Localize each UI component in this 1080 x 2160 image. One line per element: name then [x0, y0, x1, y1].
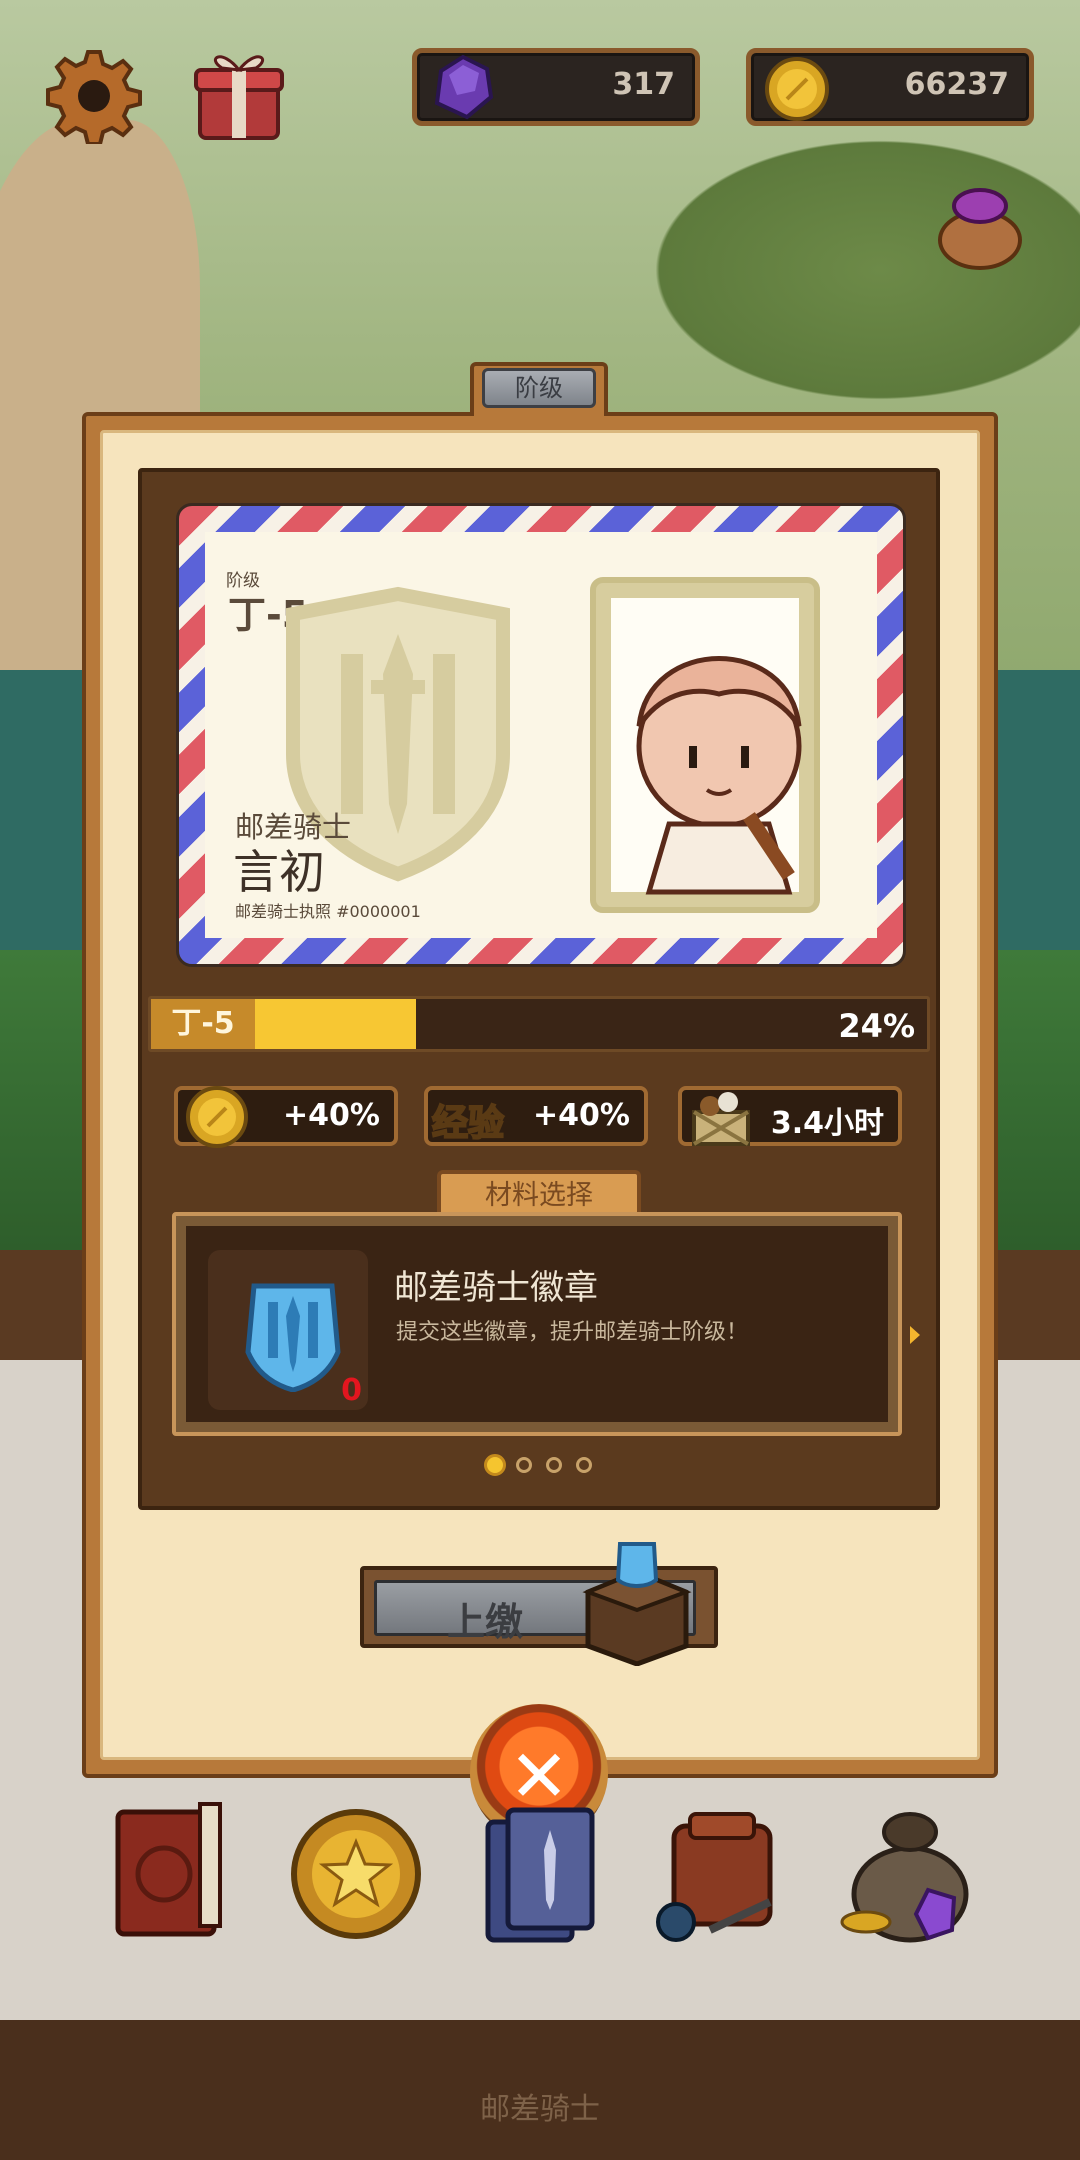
page-dot-2[interactable] [516, 1457, 532, 1473]
page-dot-4[interactable] [576, 1457, 592, 1473]
time-bonus-value: 3.4小时 [770, 1106, 884, 1141]
material-description: 提交这些徽章，提升邮差骑士阶级！ [396, 1320, 749, 1345]
progress-percent: 24% [838, 1007, 915, 1045]
treasure-bag-icon[interactable] [836, 1790, 976, 1950]
progress-tier: 丁-5 [151, 999, 255, 1049]
dialog-title: 阶级 [482, 368, 596, 408]
knight-badge-icon [245, 1283, 341, 1392]
purple-bag-icon[interactable] [930, 176, 1030, 276]
page-indicator [484, 1454, 596, 1478]
material-count: 0 [341, 1373, 362, 1408]
time-bonus: 3.4小时 [678, 1086, 902, 1146]
material-slot-inner: 0 邮差骑士徽章 提交这些徽章，提升邮差骑士阶级！ [186, 1226, 888, 1422]
next-material-arrow-icon[interactable] [910, 1326, 920, 1344]
progress-fill [255, 999, 416, 1049]
material-item[interactable]: 0 [208, 1250, 368, 1410]
gem-icon [434, 54, 494, 120]
material-slot[interactable]: 0 邮差骑士徽章 提交这些徽章，提升邮差骑士阶级！ [172, 1212, 902, 1436]
coin-count: 66237 [904, 67, 1009, 102]
coin-icon [765, 57, 829, 121]
coin-bonus: +40% [174, 1086, 398, 1148]
backpack-icon[interactable] [650, 1790, 790, 1950]
material-title: 邮差骑士徽章 [394, 1268, 598, 1308]
badge-crate-icon [582, 1542, 692, 1666]
gem-counter: 317 [412, 48, 700, 126]
page-dot-3[interactable] [546, 1457, 562, 1473]
gift-icon[interactable] [192, 46, 286, 142]
coin-icon [186, 1086, 248, 1148]
settings-gear-icon[interactable] [46, 48, 142, 146]
submit-label: 上缴 [447, 1600, 524, 1644]
card-icon[interactable] [468, 1790, 608, 1950]
coin-counter: 66237 [746, 48, 1034, 126]
gem-count: 317 [612, 67, 675, 102]
knight-name: 言初 [233, 845, 325, 899]
coin-medal-icon[interactable] [286, 1790, 426, 1950]
exp-bonus: 经验 +40% [424, 1086, 648, 1146]
knight-license-card: 阶级 丁-5 邮差骑士 言初 邮差骑士执照 #0000001 [176, 503, 906, 967]
character-portrait-stamp [590, 577, 820, 913]
coin-bonus-value: +40% [283, 1098, 380, 1133]
license-number: 邮差骑士执照 #0000001 [235, 902, 421, 921]
material-select-tab: 材料选择 [437, 1170, 641, 1218]
bottom-title: 邮差骑士 [480, 2092, 600, 2127]
page-dot-1[interactable] [484, 1454, 506, 1476]
rank-progress-bar: 丁-5 24% [148, 996, 930, 1052]
book-icon[interactable] [104, 1790, 244, 1950]
exp-label: 经验 [431, 1102, 505, 1145]
exp-bonus-value: +40% [533, 1098, 630, 1133]
crate-icon [692, 1092, 750, 1146]
